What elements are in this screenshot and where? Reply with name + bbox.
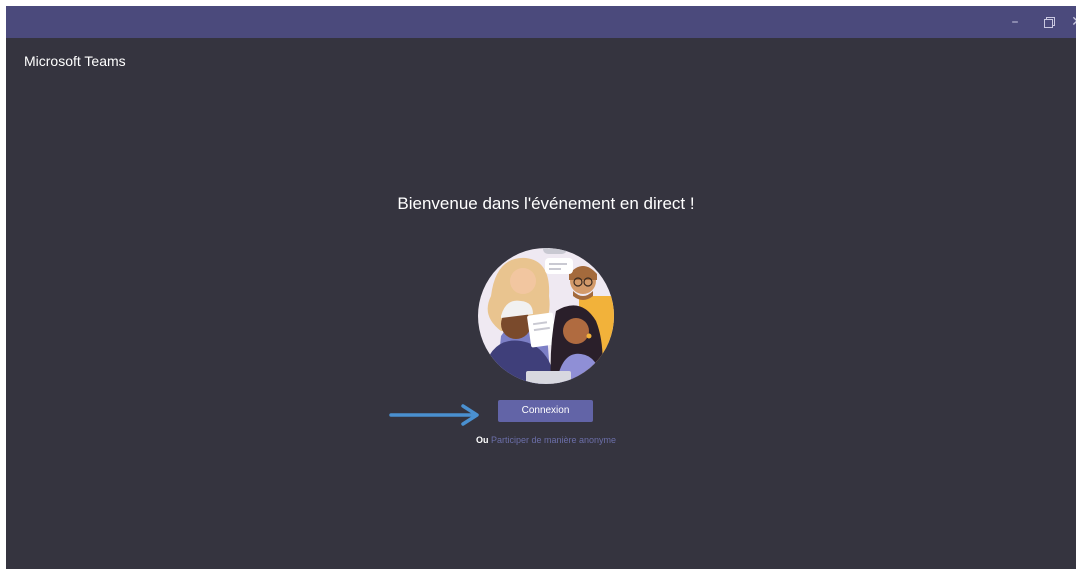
teams-window: – ✕ Microsoft Teams Bienvenue dans l'évé…	[6, 6, 1076, 569]
minimize-icon[interactable]: –	[1002, 6, 1028, 38]
connexion-button[interactable]: Connexion	[498, 400, 593, 422]
or-label: Ou	[475, 435, 489, 445]
annotation-arrow-icon	[389, 404, 479, 426]
anonymous-join-line: Ou Participer de manière anonyme	[6, 435, 1076, 445]
restore-icon[interactable]	[1036, 6, 1062, 38]
welcome-heading: Bienvenue dans l'événement en direct !	[397, 194, 695, 213]
close-icon[interactable]: ✕	[1064, 6, 1076, 38]
app-title: Microsoft Teams	[24, 53, 126, 69]
people-illustration	[478, 248, 614, 384]
title-bar: – ✕	[6, 6, 1076, 38]
join-anonymously-link[interactable]: Participer de manière anonyme	[491, 435, 616, 445]
